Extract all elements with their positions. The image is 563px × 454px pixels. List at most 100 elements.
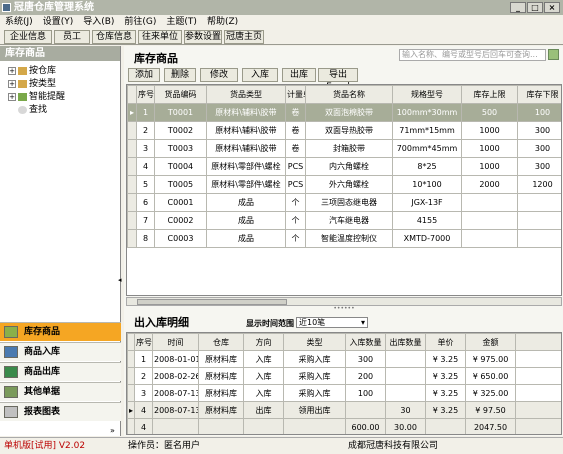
table-cell[interactable]: 6	[136, 193, 155, 212]
col-header[interactable]: 单价	[425, 333, 466, 351]
table-row[interactable]: 5 T0005 原材料\零部件\螺栓 PCS 外六角螺栓 10*100 2000 1200	[127, 175, 561, 194]
warehouse-info-button[interactable]: 仓库信息	[92, 30, 136, 44]
table-cell[interactable]	[517, 229, 561, 248]
tree-item-smart-alert[interactable]: + 智能提醒	[8, 91, 65, 103]
nav-other-docs[interactable]: 其他单据	[0, 382, 121, 401]
expand-icon[interactable]: +	[8, 66, 16, 75]
table-cell[interactable]: 成品	[206, 211, 286, 230]
nav-inventory[interactable]: 库存商品	[0, 322, 121, 341]
table-row[interactable]: 7 C0002 成品个汽车继电器 4155	[127, 211, 561, 230]
table-cell[interactable]: 500	[461, 103, 518, 122]
table-cell[interactable]: 卷	[285, 121, 306, 140]
menu-goto[interactable]: 前往(G)	[119, 15, 161, 29]
table-cell[interactable]: 个	[285, 193, 306, 212]
table-cell[interactable]: 成品	[206, 193, 286, 212]
partners-button[interactable]: 往来单位	[138, 30, 182, 44]
table-cell[interactable]: 3	[134, 384, 153, 402]
table-cell[interactable]: T0003	[154, 139, 207, 158]
table-cell[interactable]	[385, 367, 426, 385]
col-header[interactable]: 货品类型	[206, 85, 286, 104]
table-cell[interactable]: 2008-07-13	[152, 384, 199, 402]
tree-item-search[interactable]: 查找	[18, 104, 47, 116]
table-cell[interactable]: 双面导热胶带	[305, 121, 393, 140]
col-header[interactable]: 类型	[283, 333, 346, 351]
table-cell[interactable]: 外六角螺栓	[305, 175, 393, 194]
table-cell[interactable]: 双面泡棉胶带	[305, 103, 393, 122]
table-cell[interactable]: 卷	[285, 103, 306, 122]
table-cell[interactable]: 10*100	[392, 175, 462, 194]
col-header[interactable]: 时间	[152, 333, 199, 351]
table-row[interactable]: ▸ 1 T0001 原材料\辅料\胶带卷双面泡棉胶带 100mm*30mm 500 100	[127, 103, 561, 122]
table-row[interactable]: ▸ 4 2008-07-13 原材料库 出库 领用出库 30 ¥ 3.25 ¥ 97.50	[127, 401, 561, 419]
table-cell[interactable]: 2	[136, 121, 155, 140]
col-header[interactable]: 序号	[134, 333, 153, 351]
table-cell[interactable]: 4	[134, 401, 153, 419]
table-cell[interactable]: ¥ 3.25	[425, 384, 466, 402]
table-cell[interactable]: C0001	[154, 193, 207, 212]
table-row[interactable]: 8 C0003 成品个智能温度控制仪 XMTD-7000	[127, 229, 561, 248]
table-cell[interactable]	[345, 401, 386, 419]
table-cell[interactable]: ¥ 3.25	[425, 367, 466, 385]
table-cell[interactable]: 原材料\零部件\螺栓	[206, 157, 286, 176]
table-row[interactable]: 2 2008-02-26 原材料库 入库 采购入库 200 ¥ 3.25 ¥ 650.00	[127, 367, 561, 385]
col-header[interactable]: 仓库	[198, 333, 244, 351]
table-cell[interactable]: 原材料\辅料\胶带	[206, 121, 286, 140]
table-cell[interactable]: 智能温度控制仪	[305, 229, 393, 248]
table-cell[interactable]: 4155	[392, 211, 462, 230]
close-icon[interactable]: ×	[544, 2, 560, 13]
tree-item-by-warehouse[interactable]: + 按仓库	[8, 65, 56, 77]
table-cell[interactable]: 采购入库	[283, 367, 346, 385]
col-header[interactable]: 出库数量	[385, 333, 426, 351]
table-cell[interactable]: 出库	[243, 401, 284, 419]
table-cell[interactable]: 100	[345, 384, 386, 402]
table-cell[interactable]: ¥ 3.25	[425, 350, 466, 368]
table-cell[interactable]: 个	[285, 211, 306, 230]
col-header[interactable]: 库存上限	[461, 85, 518, 104]
search-icon[interactable]	[548, 49, 559, 60]
table-cell[interactable]: T0001	[154, 103, 207, 122]
table-cell[interactable]	[461, 229, 518, 248]
table-cell[interactable]: 原材料库	[198, 384, 244, 402]
table-cell[interactable]: 1000	[461, 121, 518, 140]
table-cell[interactable]: 原材料库	[198, 350, 244, 368]
table-cell[interactable]: 原材料\辅料\胶带	[206, 139, 286, 158]
table-cell[interactable]	[385, 350, 426, 368]
table-cell[interactable]: 原材料\辅料\胶带	[206, 103, 286, 122]
table-cell[interactable]: T0004	[154, 157, 207, 176]
expand-icon[interactable]: +	[8, 79, 16, 88]
table-cell[interactable]: 200	[345, 367, 386, 385]
table-cell[interactable]: 2008-01-01	[152, 350, 199, 368]
table-cell[interactable]: 内六角螺栓	[305, 157, 393, 176]
table-cell[interactable]: 2008-02-26	[152, 367, 199, 385]
table-cell[interactable]: 封箱胶带	[305, 139, 393, 158]
table-cell[interactable]: XMTD-7000	[392, 229, 462, 248]
table-cell[interactable]: 700mm*45mm	[392, 139, 462, 158]
menu-help[interactable]: 帮助(Z)	[202, 15, 243, 29]
col-header[interactable]: 计量单位	[285, 85, 306, 104]
table-cell[interactable]: ¥ 975.00	[465, 350, 516, 368]
table-cell[interactable]: 采购入库	[283, 350, 346, 368]
table-cell[interactable]: 100	[517, 103, 561, 122]
maximize-icon[interactable]: □	[527, 2, 543, 13]
table-cell[interactable]: 300	[517, 157, 561, 176]
table-cell[interactable]: 2008-07-13	[152, 401, 199, 419]
table-cell[interactable]: 原材料\零部件\螺栓	[206, 175, 286, 194]
table-cell[interactable]: 1	[136, 103, 155, 122]
export-excel-button[interactable]: 导出Excel	[318, 68, 358, 92]
table-cell[interactable]: 入库	[243, 367, 284, 385]
parameters-button[interactable]: 参数设置	[184, 30, 222, 44]
table-cell[interactable]: C0003	[154, 229, 207, 248]
table-cell[interactable]: ¥ 3.25	[425, 401, 466, 419]
stock-in-button[interactable]: 入库	[242, 68, 278, 82]
table-cell[interactable]: 采购入库	[283, 384, 346, 402]
col-header[interactable]: 序号	[136, 85, 155, 104]
table-cell[interactable]: 2	[134, 367, 153, 385]
table-cell[interactable]: 入库	[243, 384, 284, 402]
table-cell[interactable]	[517, 193, 561, 212]
table-cell[interactable]: 4	[136, 157, 155, 176]
nav-stock-out[interactable]: 商品出库	[0, 362, 121, 381]
table-row[interactable]: 6 C0001 成品个三项固态继电器 JGX-13F	[127, 193, 561, 212]
table-cell[interactable]: 原材料库	[198, 401, 244, 419]
tree-item-by-type[interactable]: + 按类型	[8, 78, 56, 90]
table-row[interactable]: 1 2008-01-01 原材料库 入库 采购入库 300 ¥ 3.25 ¥ 975.00	[127, 350, 561, 368]
